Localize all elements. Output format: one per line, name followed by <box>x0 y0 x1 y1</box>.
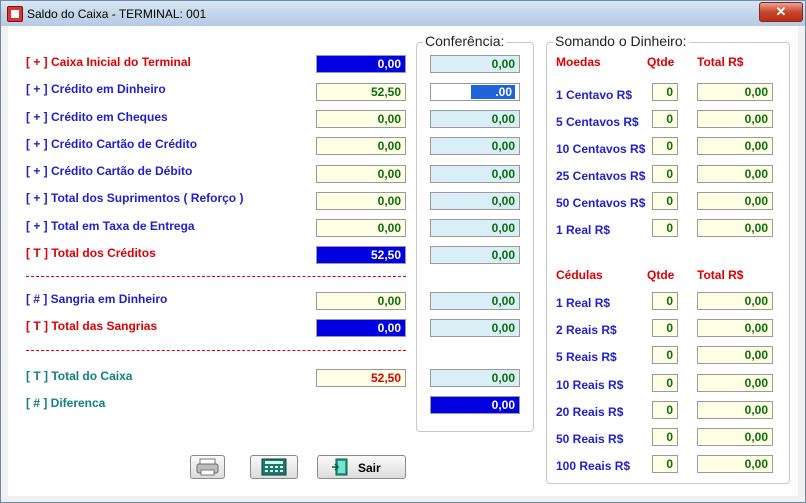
value-credito-dinheiro: 52,50 <box>316 83 406 101</box>
label-taxa-entrega: [ + ] Total em Taxa de Entrega <box>26 219 195 233</box>
cedula-2r-total: 0,00 <box>697 319 773 337</box>
moeda-5c-total: 0,00 <box>697 110 773 128</box>
moeda-50c-total: 0,00 <box>697 192 773 210</box>
value-suprimentos: 0,00 <box>316 192 406 210</box>
window: Saldo do Caixa - TERMINAL: 001 ✕ [ + ] C… <box>0 0 806 503</box>
cedula-5r-qtde[interactable]: 0 <box>652 346 678 364</box>
label-credito-cheques: [ + ] Crédito em Cheques <box>26 110 168 124</box>
conf-total-creditos[interactable]: 0,00 <box>430 246 520 264</box>
moeda-1r-qtde[interactable]: 0 <box>652 219 678 237</box>
cedula-20r-label: 20 Reais R$ <box>556 405 624 419</box>
calculator-button[interactable] <box>250 455 298 479</box>
label-diferenca: [ # ] Diferenca <box>26 396 106 410</box>
cedula-100r-qtde[interactable]: 0 <box>652 455 678 473</box>
conf-caixa-inicial[interactable]: 0,00 <box>430 55 520 73</box>
conf-cartao-debito[interactable]: 0,00 <box>430 165 520 183</box>
conf-credito-dinheiro-selection: .00 <box>471 85 515 99</box>
value-taxa-entrega: 0,00 <box>316 219 406 237</box>
cedula-50r-label: 50 Reais R$ <box>556 432 624 446</box>
value-sangria-dinheiro: 0,00 <box>316 292 406 310</box>
cedula-2r-label: 2 Reais R$ <box>556 323 617 337</box>
conf-credito-cheques[interactable]: 0,00 <box>430 110 520 128</box>
calculator-icon <box>261 458 287 476</box>
cedula-10r-label: 10 Reais R$ <box>556 378 624 392</box>
moeda-5c-label: 5 Centavos R$ <box>556 115 639 129</box>
cedula-50r-total: 0,00 <box>697 428 773 446</box>
cedula-5r-label: 5 Reais R$ <box>556 350 617 364</box>
printer-icon <box>196 458 219 476</box>
moedas-qtde-header: Qtde <box>647 55 675 69</box>
moeda-1c-qtde[interactable]: 0 <box>652 83 678 101</box>
label-suprimentos: [ + ] Total dos Suprimentos ( Reforço ) <box>26 191 244 205</box>
value-cartao-debito: 0,00 <box>316 165 406 183</box>
moeda-1c-total: 0,00 <box>697 83 773 101</box>
conf-total-sangrias[interactable]: 0,00 <box>430 319 520 337</box>
moeda-1r-label: 1 Real R$ <box>556 223 611 237</box>
conferencia-title: Conferência: <box>423 33 507 49</box>
cedula-20r-total: 0,00 <box>697 401 773 419</box>
cedula-10r-qtde[interactable]: 0 <box>652 374 678 392</box>
label-total-sangrias: [ T ] Total das Sangrias <box>26 319 158 333</box>
exit-door-icon <box>332 458 348 476</box>
cedula-100r-total: 0,00 <box>697 455 773 473</box>
cedula-1r-total: 0,00 <box>697 292 773 310</box>
exit-button-label: Sair <box>358 461 381 475</box>
moeda-10c-label: 10 Centavos R$ <box>556 142 646 156</box>
cedula-20r-qtde[interactable]: 0 <box>652 401 678 419</box>
conf-diferenca: 0,00 <box>430 396 520 414</box>
value-cartao-credito: 0,00 <box>316 137 406 155</box>
window-title: Saldo do Caixa - TERMINAL: 001 <box>27 7 207 21</box>
close-button[interactable]: ✕ <box>759 2 803 22</box>
value-caixa-inicial: 0,00 <box>316 55 406 73</box>
cedulas-qtde-header: Qtde <box>647 268 675 282</box>
label-cartao-credito: [ + ] Crédito Cartão de Crédito <box>26 137 198 151</box>
moeda-25c-label: 25 Centavos R$ <box>556 169 646 183</box>
conf-cartao-credito[interactable]: 0,00 <box>430 137 520 155</box>
cedula-2r-qtde[interactable]: 0 <box>652 319 678 337</box>
print-button[interactable] <box>190 455 225 479</box>
label-total-creditos: [ T ] Total dos Créditos <box>26 246 156 260</box>
cedula-1r-label: 1 Real R$ <box>556 296 611 310</box>
value-total-caixa: 52,50 <box>316 369 406 387</box>
label-total-caixa: [ T ] Total do Caixa <box>26 369 133 383</box>
value-total-sangrias: 0,00 <box>316 319 406 337</box>
divider <box>26 350 406 351</box>
divider <box>26 276 406 277</box>
moeda-1c-label: 1 Centavo R$ <box>556 88 633 102</box>
somando-title: Somando o Dinheiro: <box>553 33 689 49</box>
moeda-5c-qtde[interactable]: 0 <box>652 110 678 128</box>
cedula-5r-total: 0,00 <box>697 346 773 364</box>
moedas-total-header: Total R$ <box>697 55 744 69</box>
moeda-25c-qtde[interactable]: 0 <box>652 165 678 183</box>
conf-credito-dinheiro-input[interactable]: .00 <box>430 83 520 101</box>
conf-total-caixa[interactable]: 0,00 <box>430 369 520 387</box>
cedula-10r-total: 0,00 <box>697 374 773 392</box>
cedula-100r-label: 100 Reais R$ <box>556 459 631 473</box>
moeda-50c-label: 50 Centavos R$ <box>556 196 646 210</box>
exit-button[interactable]: Sair <box>317 455 406 479</box>
label-caixa-inicial: [ + ] Caixa Inicial do Terminal <box>26 55 191 69</box>
moeda-25c-total: 0,00 <box>697 165 773 183</box>
conf-sangria-dinheiro[interactable]: 0,00 <box>430 292 520 310</box>
moeda-50c-qtde[interactable]: 0 <box>652 192 678 210</box>
title-bar[interactable]: Saldo do Caixa - TERMINAL: 001 ✕ <box>1 1 805 26</box>
moedas-header: Moedas <box>556 55 601 69</box>
cedula-50r-qtde[interactable]: 0 <box>652 428 678 446</box>
value-total-creditos: 52,50 <box>316 246 406 264</box>
conf-suprimentos[interactable]: 0,00 <box>430 192 520 210</box>
label-cartao-debito: [ + ] Crédito Cartão de Débito <box>26 164 193 178</box>
cedulas-total-header: Total R$ <box>697 268 744 282</box>
moeda-10c-total: 0,00 <box>697 137 773 155</box>
app-icon <box>7 6 23 22</box>
conf-taxa-entrega[interactable]: 0,00 <box>430 219 520 237</box>
client-area: [ + ] Caixa Inicial do Terminal 0,00 [ +… <box>8 26 798 496</box>
label-sangria-dinheiro: [ # ] Sangria em Dinheiro <box>26 292 168 306</box>
moeda-1r-total: 0,00 <box>697 219 773 237</box>
value-credito-cheques: 0,00 <box>316 110 406 128</box>
moeda-10c-qtde[interactable]: 0 <box>652 137 678 155</box>
cedulas-header: Cédulas <box>556 268 603 282</box>
cedula-1r-qtde[interactable]: 0 <box>652 292 678 310</box>
label-credito-dinheiro: [ + ] Crédito em Dinheiro <box>26 82 166 96</box>
